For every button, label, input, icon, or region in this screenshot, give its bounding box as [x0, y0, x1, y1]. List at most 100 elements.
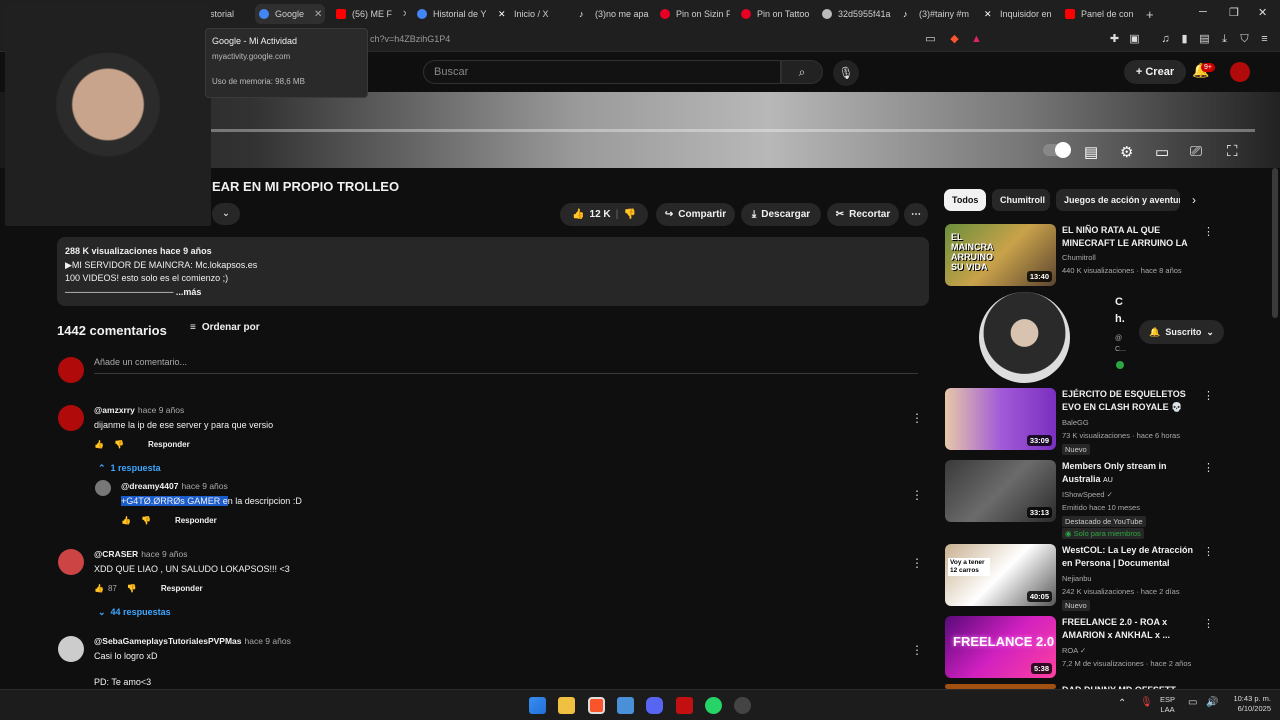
theater-mode-icon[interactable]: ▭	[1155, 143, 1169, 161]
cast-icon[interactable]: ⎚	[1190, 143, 1202, 160]
more-vertical-icon[interactable]: ⋮	[911, 488, 923, 502]
cast-icon[interactable]: ▭	[924, 33, 937, 46]
download-icon[interactable]: ⤓	[1218, 33, 1231, 46]
menu-icon[interactable]: ≡	[1258, 33, 1271, 46]
tab-google-active[interactable]: Google ✕	[255, 4, 325, 24]
channel-name[interactable]: IShowSpeed ✓	[1062, 490, 1113, 499]
obs-icon[interactable]	[734, 697, 751, 714]
video-progress-bar[interactable]	[210, 129, 1255, 132]
windows-start-icon[interactable]	[529, 697, 546, 714]
close-tab-icon[interactable]: ✕	[314, 9, 322, 20]
video-thumbnail[interactable]: FREELANCE 2.0 5:38	[945, 616, 1056, 678]
more-vertical-icon[interactable]: ⋮	[1203, 545, 1214, 558]
video-thumbnail[interactable]: EL MAINCRA ARRUINO SU VIDA 13:40	[945, 224, 1056, 286]
chevron-down-icon[interactable]: ⌄	[212, 203, 240, 225]
video-thumbnail[interactable]: Voy a tener 12 carros 40:05	[945, 544, 1056, 606]
thumbs-down-icon[interactable]: 👎	[623, 209, 635, 220]
comment-author[interactable]: @SebaGameplaysTutorialesPVPMas hace 9 año…	[94, 636, 291, 646]
brave-shield-icon[interactable]: ◆	[948, 33, 961, 46]
more-vertical-icon[interactable]: ⋮	[1203, 389, 1214, 402]
add-comment-input[interactable]: Añade un comentario...	[94, 357, 918, 374]
tab-tiktok-1[interactable]: ♪ (3)no me apa	[579, 4, 649, 24]
search-button[interactable]: ⌕	[781, 60, 823, 84]
like-count[interactable]: 12 K	[590, 209, 611, 220]
voicemeeter-icon[interactable]	[676, 697, 693, 714]
video-title[interactable]: FREELANCE 2.0 - ROA x AMARION x ANKHAL x…	[1062, 616, 1197, 642]
video-title[interactable]: EL NIÑO RATA AL QUE MINECRAFT LE ARRUINO…	[1062, 224, 1197, 250]
sort-comments-button[interactable]: ≡ Ordenar por	[190, 322, 260, 333]
more-vertical-icon[interactable]: ⋮	[1203, 461, 1214, 474]
microphone-icon[interactable]: 🎙	[1140, 698, 1153, 708]
channel-name[interactable]: Chumitroll	[1062, 253, 1096, 262]
reply-button[interactable]: Responder	[161, 584, 203, 593]
tab-pinterest-1[interactable]: Pin on Sizin P	[660, 4, 730, 24]
vpn-icon[interactable]: ⛉	[1238, 33, 1251, 46]
video-thumbnail[interactable]: 33:13	[945, 460, 1056, 522]
channel-avatar[interactable]	[979, 292, 1070, 383]
thumbs-up-icon[interactable]: 👍	[121, 516, 131, 525]
wallet-icon[interactable]: ▤	[1198, 33, 1211, 46]
more-vertical-icon[interactable]: ⋮	[911, 556, 923, 570]
chip-todos[interactable]: Todos	[944, 189, 986, 211]
subscribed-button[interactable]: 🔔 Suscrito ⌄	[1139, 320, 1224, 344]
replies-toggle[interactable]: ⌄ 44 respuestas	[98, 607, 171, 618]
tab-pinterest-2[interactable]: Pin on Tattoo	[741, 4, 811, 24]
comment-avatar[interactable]	[58, 636, 84, 662]
video-title[interactable]: EJÉRCITO DE ESQUELETOS EVO EN CLASH ROYA…	[1062, 388, 1197, 414]
thumbs-up-icon[interactable]: 👍	[94, 584, 104, 593]
comment-avatar[interactable]	[58, 405, 84, 431]
comment-avatar[interactable]	[58, 549, 84, 575]
tab-tiktok-2[interactable]: ♪ (3)#tainy #m	[903, 4, 973, 24]
thumbs-down-icon[interactable]: 👎	[114, 440, 124, 449]
restore-icon[interactable]: ❐	[1229, 6, 1239, 19]
sidebar-icon[interactable]: ▮	[1178, 33, 1191, 46]
tab-youtube[interactable]: (56) ME F✕	[336, 4, 406, 24]
whatsapp-icon[interactable]	[705, 697, 722, 714]
channel-name[interactable]: BaleGG	[1062, 418, 1089, 427]
chip-chumitroll[interactable]: Chumitroll	[992, 189, 1050, 211]
clock[interactable]: 10:43 p. m. 6/10/2025	[1223, 694, 1271, 714]
account-avatar[interactable]	[1230, 62, 1250, 82]
discord-icon[interactable]	[646, 697, 663, 714]
tab-x-inquisidor[interactable]: ✕ Inquisidor en	[984, 4, 1054, 24]
tab-image[interactable]: 32d5955f41a	[822, 4, 892, 24]
show-hidden-icons[interactable]: ⌃	[1118, 699, 1126, 709]
more-vertical-icon[interactable]: ⋮	[911, 411, 923, 425]
thumbs-down-icon[interactable]: 👎	[127, 584, 137, 593]
voice-search-button[interactable]: 🎙	[833, 60, 859, 86]
channel-name[interactable]: ROA ✓	[1062, 646, 1086, 655]
autoplay-toggle[interactable]	[1043, 142, 1071, 160]
video-title[interactable]: Members Only stream in Australia AU	[1062, 460, 1197, 486]
comment-author[interactable]: @amzxrry hace 9 años	[94, 405, 184, 415]
more-vertical-icon[interactable]: ⋮	[1203, 225, 1214, 238]
music-icon[interactable]: ♫	[1159, 33, 1172, 46]
fullscreen-icon[interactable]: ⛶	[1227, 143, 1238, 160]
page-scrollbar[interactable]	[1272, 168, 1278, 318]
minimize-icon[interactable]: ─	[1199, 6, 1207, 18]
more-vertical-icon[interactable]: ⋮	[1203, 617, 1214, 630]
language-indicator[interactable]: ESP LAA	[1160, 695, 1175, 715]
show-more-link[interactable]: ...más	[176, 287, 202, 297]
thumbs-up-icon[interactable]: 👍	[94, 440, 104, 449]
video-title[interactable]: WestCOL: La Ley de Atracción en Persona …	[1062, 544, 1197, 570]
more-actions-button[interactable]: ⋯	[904, 203, 928, 226]
thumbs-down-icon[interactable]: 👎	[141, 516, 151, 525]
reply-button[interactable]: Responder	[175, 516, 217, 525]
download-button[interactable]: ⤓ Descargar	[741, 203, 821, 226]
url-text[interactable]: ch?v=h4ZBzihG1P4	[370, 34, 450, 44]
share-button[interactable]: ↪ Compartir	[656, 203, 735, 226]
search-input[interactable]: Buscar	[423, 60, 781, 84]
file-explorer-icon[interactable]	[558, 697, 575, 714]
extensions-icon[interactable]: ✚	[1108, 33, 1121, 46]
comment-author[interactable]: @CRASER hace 9 años	[94, 549, 188, 559]
microsoft-store-icon[interactable]	[617, 697, 634, 714]
video-description[interactable]: 288 K visualizaciones hace 9 años ▶MI SE…	[57, 237, 929, 306]
volume-icon[interactable]: 🔊	[1206, 698, 1218, 708]
brave-rewards-icon[interactable]: ▲	[970, 33, 983, 46]
reply-button[interactable]: Responder	[148, 440, 190, 449]
tab-historial-partial[interactable]: istorial	[208, 4, 248, 24]
reply-author[interactable]: @dreamy4407 hace 9 años	[121, 481, 228, 491]
chevron-right-icon[interactable]: ›	[1192, 193, 1196, 207]
create-button[interactable]: + Crear	[1124, 60, 1186, 84]
network-icon[interactable]: ▭	[1188, 698, 1197, 708]
